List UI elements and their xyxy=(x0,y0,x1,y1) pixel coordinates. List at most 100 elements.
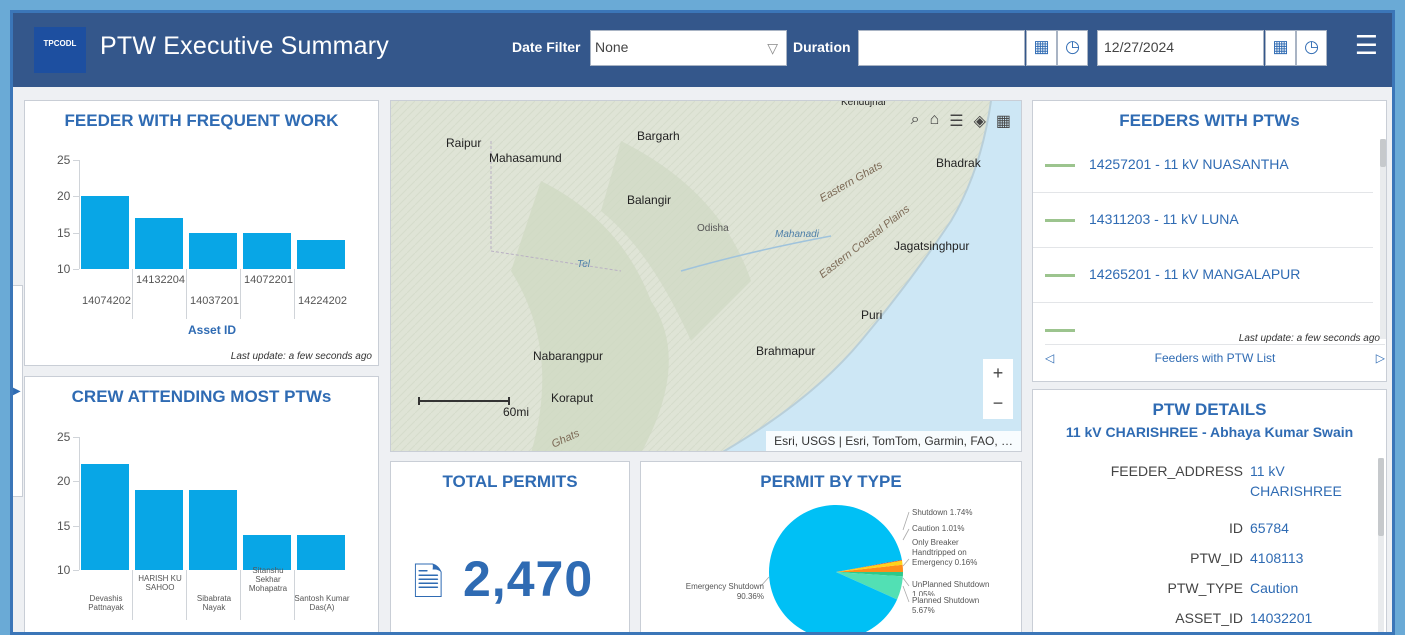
logo-text: TPCODL xyxy=(43,39,77,48)
map-label: Nabarangpur xyxy=(533,349,604,363)
app-title: PTW Executive Summary xyxy=(100,32,389,60)
basemap-gallery-icon[interactable]: ▦ xyxy=(996,111,1011,131)
duration-start-input[interactable] xyxy=(858,30,1025,66)
clock-icon[interactable]: ◷ xyxy=(1057,30,1088,66)
bar[interactable] xyxy=(297,534,345,570)
bar[interactable] xyxy=(81,463,129,570)
x-tick-label: Sitanshu Sekhar Mohapatra xyxy=(248,566,288,593)
y-tick-label: 15 xyxy=(57,225,71,240)
x-tick-label: 14224202 xyxy=(298,295,347,307)
category-separator xyxy=(294,269,295,319)
map-label: Mahasamund xyxy=(489,151,562,165)
ptw-details-panel: PTW DETAILS 11 kV CHARISHREE - Abhaya Ku… xyxy=(1032,389,1387,632)
y-tick-label: 10 xyxy=(57,262,71,276)
y-tick-label: 25 xyxy=(57,430,71,444)
calendar-icon[interactable]: ▦ xyxy=(1265,30,1296,66)
feeder-frequent-panel: FEEDER WITH FREQUENT WORK 25 20 15 10 140742… xyxy=(24,100,379,366)
x-tick-label: Santosh Kumar Das(A) xyxy=(294,594,350,612)
x-axis-title: Asset ID xyxy=(188,323,237,337)
home-icon[interactable]: ⌂ xyxy=(930,111,940,131)
side-panel-handle[interactable]: ▶ xyxy=(13,285,23,497)
pie-label-breaker: Only Breaker Handtripped on Emergency 0.… xyxy=(912,538,978,567)
zoom-out-button[interactable]: − xyxy=(983,389,1013,419)
detail-key: ID xyxy=(1229,520,1243,536)
bar[interactable] xyxy=(297,239,345,269)
scrollbar[interactable] xyxy=(1378,458,1384,632)
map-label: Kendujhar xyxy=(841,100,887,108)
feeders-ptw-panel: FEEDERS WITH PTWs 14257201 - 11 kV NUASA… xyxy=(1032,100,1387,382)
pie-leader-line xyxy=(902,511,910,531)
x-tick-label: 14132204 xyxy=(136,274,185,286)
list-item[interactable]: 14257201 - 11 kV NUASANTHA xyxy=(1033,139,1373,193)
x-tick-label: 14037201 xyxy=(190,295,239,307)
bar[interactable] xyxy=(243,534,291,570)
search-icon[interactable]: ⌕ xyxy=(911,111,920,131)
clock-icon[interactable]: ◷ xyxy=(1296,30,1327,66)
map-label: Jagatsinghpur xyxy=(894,239,970,253)
map-terrain xyxy=(391,101,1021,451)
x-tick-label: 14072201 xyxy=(244,274,293,286)
scrollbar[interactable] xyxy=(1380,139,1386,339)
detail-key: FEEDER_ADDRESS xyxy=(1110,463,1243,479)
list-pager: ◁ Feeders with PTW List ▷ xyxy=(1045,344,1385,372)
map-label: Odisha xyxy=(697,223,729,234)
y-axis-line xyxy=(79,160,80,269)
layers-icon[interactable]: ◈ xyxy=(974,111,986,131)
category-separator xyxy=(240,269,241,319)
detail-key: PTW_TYPE xyxy=(1167,580,1243,596)
panel-title: FEEDER WITH FREQUENT WORK xyxy=(64,111,339,130)
pager-label: Feeders with PTW List xyxy=(1154,351,1276,365)
detail-value: 11 kV CHARISHREE xyxy=(1250,463,1342,499)
panel-title: TOTAL PERMITS xyxy=(442,472,578,491)
detail-key: PTW_ID xyxy=(1190,550,1243,566)
total-permits-panel: TOTAL PERMITS 🗎 2,470 xyxy=(390,461,630,632)
chevron-down-icon: ▽ xyxy=(767,40,778,56)
scrollbar-thumb[interactable] xyxy=(1378,458,1384,536)
feeder-label: 14311203 - 11 kV LUNA xyxy=(1089,211,1239,227)
permit-type-panel: PERMIT BY TYPE Shutdown 1.74% Caution 1.… xyxy=(640,461,1022,632)
panel-title: CREW ATTENDING MOST PTWs xyxy=(71,387,332,406)
bar[interactable] xyxy=(189,490,237,570)
map-label: Bhadrak xyxy=(936,156,981,170)
document-icon: 🗎 xyxy=(413,562,444,604)
map-view[interactable]: Raipur Mahasamund Bargarh Bhadrak Balang… xyxy=(390,100,1022,452)
zoom-in-button[interactable]: + xyxy=(983,359,1013,389)
map-label: Puri xyxy=(861,308,883,322)
pie-label-shutdown: Shutdown 1.74% xyxy=(912,508,973,517)
crew-panel: CREW ATTENDING MOST PTWs 25 20 15 10 Devashi… xyxy=(24,376,379,632)
bar[interactable] xyxy=(135,218,183,269)
date-filter-value: None xyxy=(595,39,629,55)
map-label: Mahanadi xyxy=(775,229,819,240)
list-item[interactable] xyxy=(1033,304,1373,334)
total-permits-value: 2,470 xyxy=(463,551,594,607)
detail-value: Caution xyxy=(1250,580,1299,596)
y-tick-label: 20 xyxy=(57,474,71,489)
calendar-icon[interactable]: ▦ xyxy=(1026,30,1057,66)
x-tick-label: Devashis Pattnayak xyxy=(88,594,124,612)
list-item[interactable]: 14311203 - 11 kV LUNA xyxy=(1033,194,1373,248)
chevron-right-icon: ▶ xyxy=(13,386,21,397)
menu-icon[interactable]: ☰ xyxy=(1355,32,1378,58)
bar[interactable] xyxy=(243,232,291,269)
duration-end-input[interactable]: 12/27/2024 xyxy=(1097,30,1264,66)
category-separator xyxy=(132,269,133,319)
detail-value: 14032201 xyxy=(1250,610,1313,626)
panel-subtitle: 11 kV CHARISHREE - Abhaya Kumar Swain xyxy=(1065,424,1354,440)
date-filter-select[interactable]: None ▽ xyxy=(590,30,787,66)
scrollbar-thumb[interactable] xyxy=(1380,139,1386,167)
panel-title: FEEDERS WITH PTWs xyxy=(1119,111,1300,130)
map-attribution: Esri, USGS | Esri, TomTom, Garmin, FAO, … xyxy=(766,431,1021,451)
bar[interactable] xyxy=(135,490,183,570)
last-update-text: Last update: a few seconds ago xyxy=(1238,333,1380,344)
legend-list-icon[interactable]: ☰ xyxy=(949,111,963,131)
header-bar: TPCODL PTW Executive Summary Date Filter… xyxy=(13,13,1392,87)
x-tick-label: 14074202 xyxy=(82,295,131,307)
panel-title: PTW DETAILS xyxy=(1152,400,1267,419)
bar[interactable] xyxy=(81,196,129,269)
chevron-right-icon[interactable]: ▷ xyxy=(1376,351,1385,365)
list-item[interactable]: 14265201 - 11 kV MANGALAPUR xyxy=(1033,249,1373,303)
x-tick-label: HARISH KU SAHOO xyxy=(138,574,182,592)
legend-swatch xyxy=(1045,274,1075,277)
pie-label-planned: Planned Shutdown 5.67% xyxy=(912,596,980,616)
bar[interactable] xyxy=(189,232,237,269)
